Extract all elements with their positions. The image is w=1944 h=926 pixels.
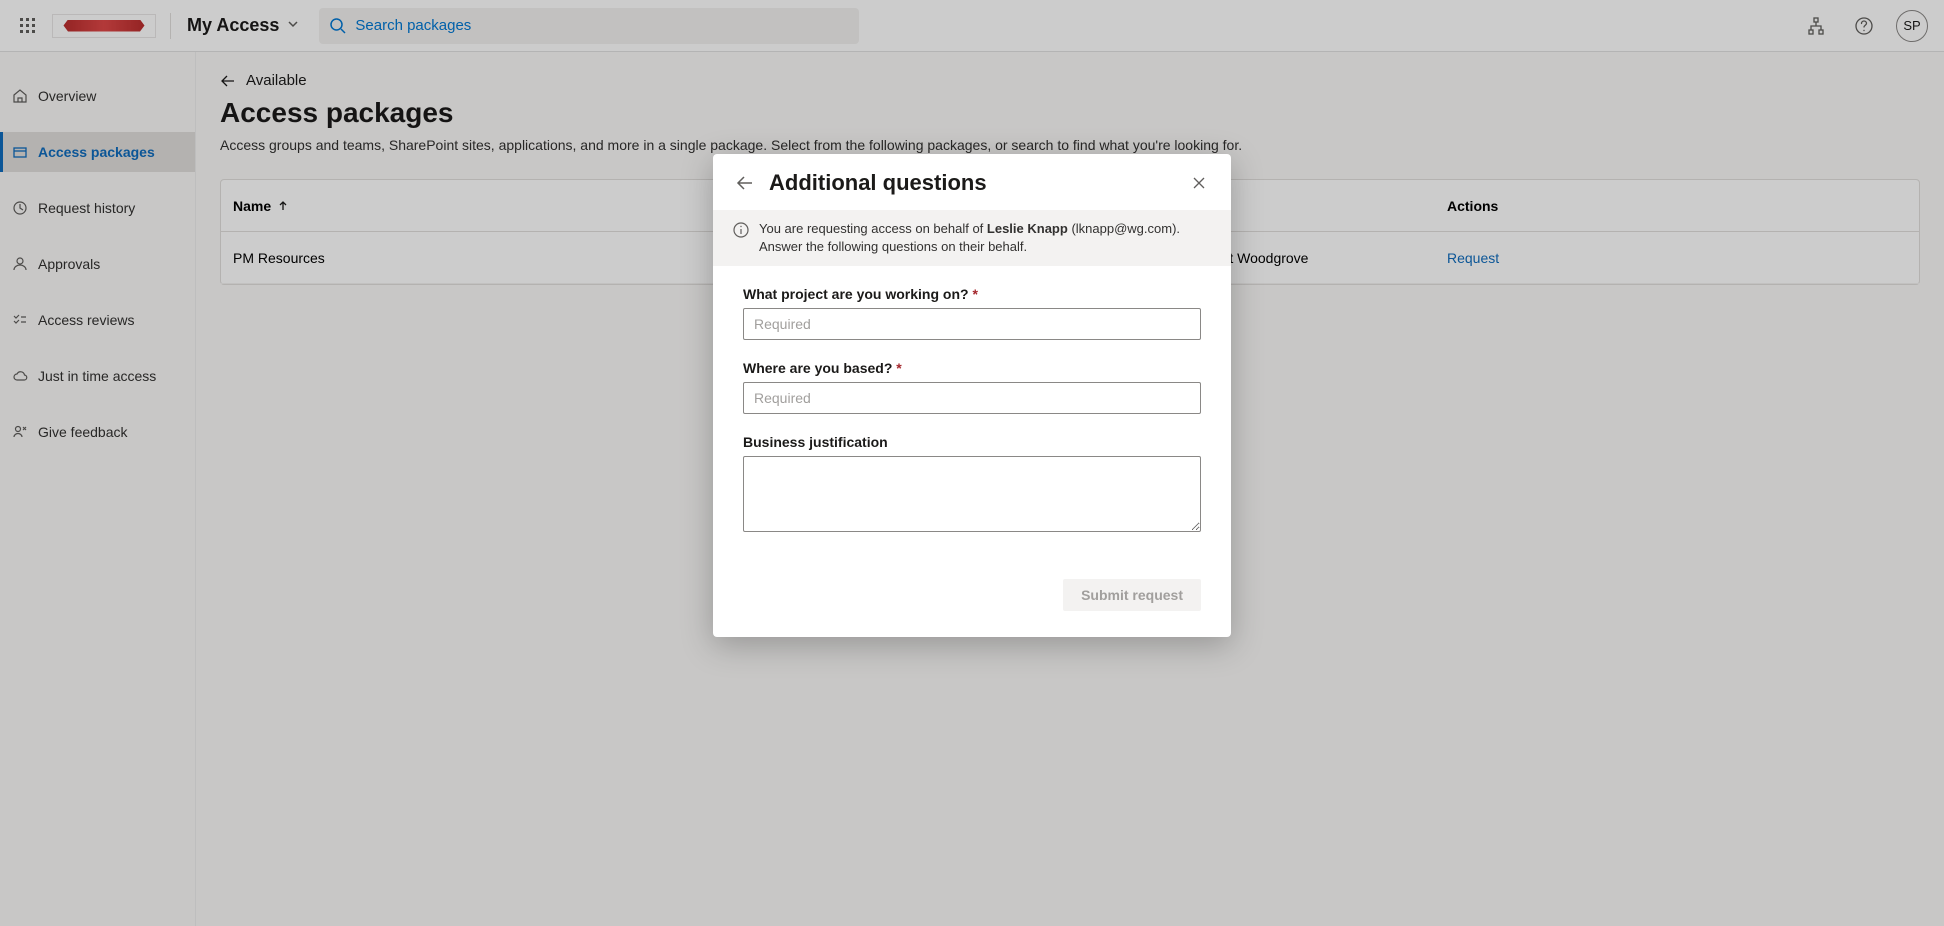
modal-overlay: Additional questions You are requesting … xyxy=(0,0,1944,926)
modal-back-button[interactable] xyxy=(733,171,757,195)
modal-header: Additional questions xyxy=(713,154,1231,210)
field-label-project: What project are you working on? * xyxy=(743,286,1201,302)
arrow-left-icon xyxy=(736,174,754,192)
field-location: Where are you based? * xyxy=(743,360,1201,414)
field-justification: Business justification xyxy=(743,434,1201,537)
location-input[interactable] xyxy=(743,382,1201,414)
submit-request-button[interactable]: Submit request xyxy=(1063,579,1201,611)
field-project: What project are you working on? * xyxy=(743,286,1201,340)
modal-footer: Submit request xyxy=(713,567,1231,637)
field-label-location: Where are you based? * xyxy=(743,360,1201,376)
info-icon xyxy=(733,222,749,256)
info-banner: You are requesting access on behalf of L… xyxy=(713,210,1231,266)
required-marker: * xyxy=(896,360,901,376)
close-icon xyxy=(1192,176,1206,190)
required-marker: * xyxy=(972,286,977,302)
field-label-justification: Business justification xyxy=(743,434,1201,450)
modal-title: Additional questions xyxy=(769,170,1187,196)
info-text: You are requesting access on behalf of L… xyxy=(759,220,1211,256)
additional-questions-modal: Additional questions You are requesting … xyxy=(713,154,1231,637)
modal-close-button[interactable] xyxy=(1187,171,1211,195)
project-input[interactable] xyxy=(743,308,1201,340)
justification-textarea[interactable] xyxy=(743,456,1201,532)
modal-body: What project are you working on? * Where… xyxy=(713,266,1231,567)
